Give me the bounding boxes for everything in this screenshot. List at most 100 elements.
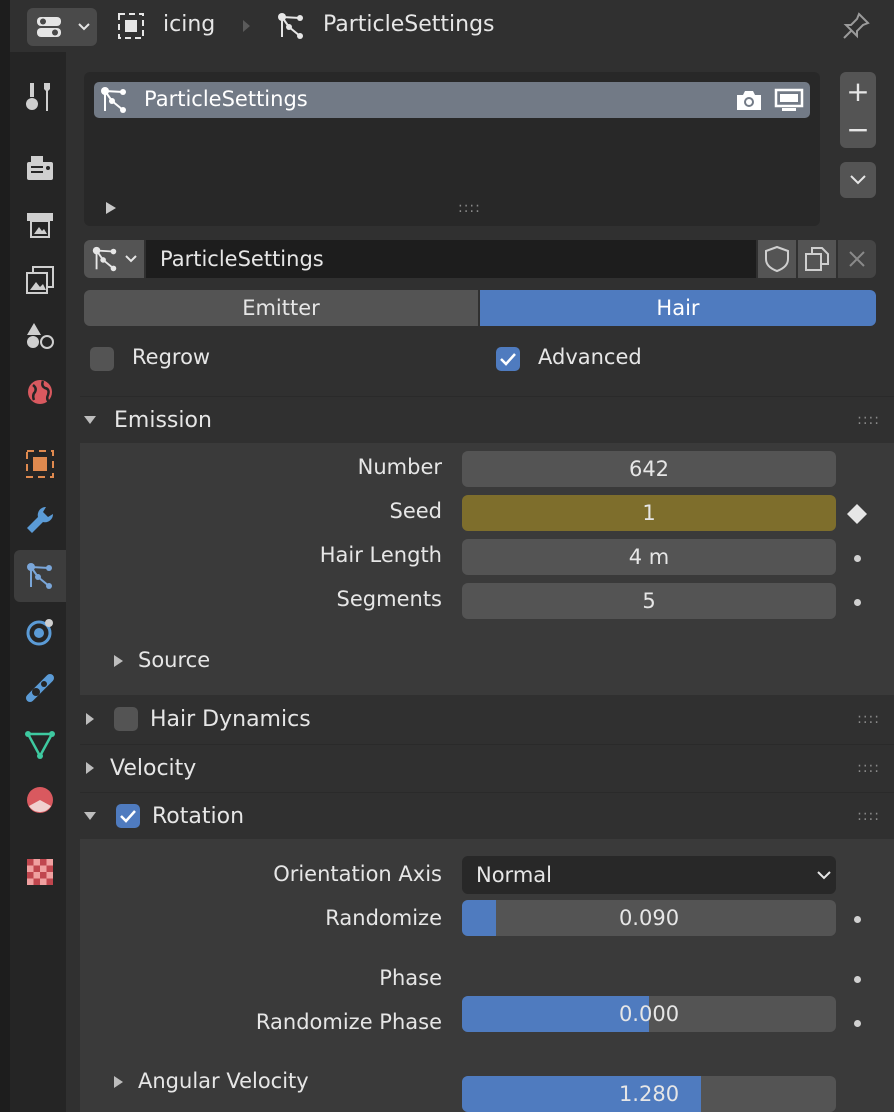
- randomize-slider-fill: [462, 900, 496, 936]
- phase-slider[interactable]: 0.000: [462, 996, 836, 1032]
- expand-list-icon[interactable]: [106, 202, 116, 214]
- list-buttons: + −: [840, 72, 876, 148]
- hair-dynamics-checkbox[interactable]: [114, 707, 138, 731]
- segments-field[interactable]: 5: [462, 583, 836, 619]
- animate-property-dot[interactable]: [854, 1020, 861, 1027]
- editor-type-icon: [37, 17, 61, 37]
- tab-texture[interactable]: [14, 846, 66, 898]
- list-item[interactable]: ParticleSettings: [94, 82, 810, 118]
- tab-scene[interactable]: [14, 310, 66, 362]
- animate-property-dot[interactable]: [854, 916, 861, 923]
- phase-label: Phase: [379, 966, 442, 990]
- breadcrumb-separator-icon: [243, 20, 250, 32]
- rotation-checkbox[interactable]: [116, 804, 140, 828]
- drag-grip-icon[interactable]: ::::: [857, 412, 880, 428]
- camera-icon[interactable]: [734, 88, 764, 112]
- particles-tab-icon: [27, 563, 52, 589]
- animate-property-dot[interactable]: [854, 555, 861, 562]
- tab-view-layer[interactable]: [14, 254, 66, 306]
- orientation-axis-dropdown[interactable]: Normal: [462, 856, 836, 894]
- object-icon: [118, 13, 144, 39]
- physics-icon: [26, 619, 53, 646]
- emission-panel-body: Number 642 Seed 1 Hair Length 4 m Segmen…: [80, 443, 894, 695]
- regrow-label: Regrow: [132, 345, 211, 369]
- hair-length-field[interactable]: 4 m: [462, 539, 836, 575]
- pin-icon[interactable]: [840, 10, 872, 42]
- settings-name-field[interactable]: ParticleSettings: [146, 240, 756, 278]
- constraints-icon: [26, 674, 54, 702]
- source-subpanel-header[interactable]: Source: [138, 648, 210, 672]
- tool-icon: [26, 83, 50, 111]
- object-orange-icon: [26, 450, 54, 478]
- shield-icon: [765, 245, 789, 273]
- angular-velocity-subpanel-header[interactable]: Angular Velocity: [138, 1069, 309, 1093]
- randomize-label: Randomize: [325, 906, 442, 930]
- seed-field[interactable]: 1: [462, 495, 836, 531]
- tab-physics[interactable]: [14, 606, 66, 658]
- velocity-panel-header[interactable]: Velocity ::::: [80, 744, 894, 791]
- chevron-down-icon: [84, 812, 96, 820]
- properties-header: icing ParticleSettings: [10, 0, 894, 52]
- fake-user-button[interactable]: [758, 240, 796, 278]
- view-layer-icon: [26, 266, 54, 294]
- tab-material[interactable]: [14, 774, 66, 826]
- randomize-phase-slider[interactable]: 1.280: [462, 1076, 836, 1112]
- hair-dynamics-panel-header[interactable]: Hair Dynamics ::::: [80, 696, 894, 742]
- tab-output[interactable]: [14, 198, 66, 250]
- regrow-checkbox[interactable]: [90, 347, 114, 371]
- editor-type-button[interactable]: [27, 8, 97, 46]
- scene-icon: [27, 323, 54, 349]
- output-icon: [27, 213, 53, 238]
- chevron-right-icon: [114, 655, 123, 667]
- properties-main-area: ParticleSettings :::: + − ParticleSettin…: [66, 52, 894, 1112]
- list-resize-grip-icon[interactable]: ::::: [458, 200, 481, 216]
- tab-object[interactable]: [14, 438, 66, 490]
- world-icon: [28, 380, 52, 404]
- randomize-slider[interactable]: 0.090: [462, 900, 836, 936]
- duplicate-button[interactable]: [798, 240, 836, 278]
- specials-menu-button[interactable]: [840, 162, 876, 198]
- list-item-name: ParticleSettings: [144, 87, 308, 111]
- chevron-down-icon: [78, 23, 90, 31]
- type-hair-button[interactable]: Hair: [480, 290, 876, 326]
- drag-grip-icon[interactable]: ::::: [857, 808, 880, 824]
- duplicate-icon: [805, 247, 829, 271]
- mesh-data-icon: [25, 731, 55, 759]
- number-label: Number: [357, 455, 442, 479]
- check-icon: [120, 810, 136, 823]
- drag-grip-icon[interactable]: ::::: [857, 711, 880, 727]
- monitor-icon[interactable]: [774, 88, 804, 112]
- rotation-title: Rotation: [152, 803, 245, 829]
- remove-slot-button[interactable]: −: [840, 110, 876, 148]
- browse-settings-button[interactable]: [84, 240, 144, 278]
- advanced-checkbox[interactable]: [496, 347, 520, 371]
- add-slot-button[interactable]: +: [840, 72, 876, 110]
- material-icon: [27, 787, 53, 813]
- rotation-panel-header[interactable]: Rotation ::::: [80, 792, 894, 839]
- tab-tool[interactable]: [14, 72, 66, 124]
- chevron-right-icon: [86, 762, 94, 774]
- breadcrumb-settings-name: ParticleSettings: [323, 12, 495, 37]
- unlink-button[interactable]: [838, 240, 876, 278]
- particle-system-list[interactable]: ParticleSettings ::::: [84, 72, 820, 226]
- check-icon: [500, 353, 516, 366]
- tab-modifiers[interactable]: [14, 494, 66, 546]
- phase-value: 0.000: [618, 1002, 680, 1026]
- tab-particles[interactable]: [14, 550, 66, 602]
- type-emitter-button[interactable]: Emitter: [84, 290, 478, 326]
- number-field[interactable]: 642: [462, 451, 836, 487]
- orientation-axis-value: Normal: [476, 863, 552, 887]
- animate-property-dot[interactable]: [854, 599, 861, 606]
- animate-property-dot[interactable]: [854, 976, 861, 983]
- tab-world[interactable]: [14, 366, 66, 418]
- keyframe-diamond-icon[interactable]: [846, 503, 868, 525]
- emission-panel-header[interactable]: Emission ::::: [80, 396, 894, 443]
- chevron-down-icon: [850, 175, 866, 185]
- randomize-phase-value: 1.280: [618, 1082, 680, 1106]
- seed-label: Seed: [389, 499, 443, 523]
- tab-constraints[interactable]: [14, 662, 66, 714]
- drag-grip-icon[interactable]: ::::: [857, 760, 880, 776]
- tab-data[interactable]: [14, 718, 66, 770]
- advanced-label: Advanced: [538, 345, 642, 369]
- tab-render[interactable]: [14, 142, 66, 194]
